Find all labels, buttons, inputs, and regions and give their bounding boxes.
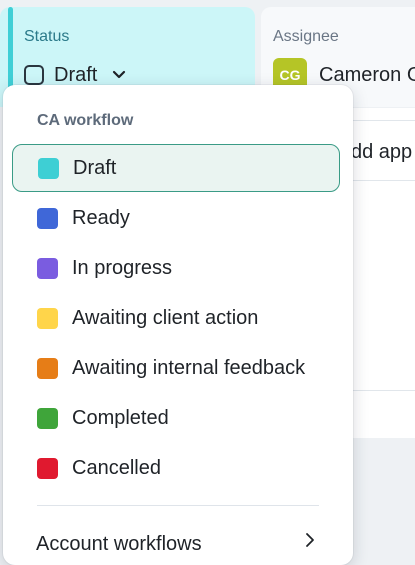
status-option-label: In progress xyxy=(72,256,173,279)
status-option-label: Cancelled xyxy=(72,456,161,479)
status-color-swatch xyxy=(37,357,58,379)
status-current-value: Draft xyxy=(54,63,98,86)
account-workflows-label: Account workflows xyxy=(36,533,202,555)
status-option-label: Awaiting internal feedback xyxy=(72,356,306,379)
status-color-swatch xyxy=(37,307,58,329)
assignee-field-label: Assignee xyxy=(273,28,339,45)
status-option-label: Completed xyxy=(72,406,169,429)
chevron-down-icon xyxy=(107,63,131,87)
status-option-draft[interactable]: Draft xyxy=(12,144,340,192)
status-checkbox[interactable] xyxy=(24,65,44,85)
dropdown-heading: CA workflow xyxy=(37,112,134,129)
status-option-label: Ready xyxy=(72,206,130,229)
status-color-swatch xyxy=(37,407,58,429)
status-option-awaiting-client-action[interactable]: Awaiting client action xyxy=(12,294,340,342)
status-option-in-progress[interactable]: In progress xyxy=(12,244,340,292)
assignee-name: Cameron G xyxy=(319,63,415,86)
status-option-ready[interactable]: Ready xyxy=(12,194,340,242)
dropdown-divider xyxy=(37,505,319,506)
status-dropdown-menu: CA workflow Draft Ready In progress Awai… xyxy=(3,85,353,565)
background-partial-text: dd app xyxy=(351,141,413,163)
chevron-right-icon xyxy=(302,531,318,549)
status-color-swatch xyxy=(37,257,58,279)
status-color-swatch xyxy=(37,207,58,229)
status-option-cancelled[interactable]: Cancelled xyxy=(12,444,340,492)
status-option-completed[interactable]: Completed xyxy=(12,394,340,442)
status-field-label: Status xyxy=(24,28,70,45)
status-option-label: Awaiting client action xyxy=(72,306,259,329)
status-option-label: Draft xyxy=(73,156,117,179)
status-color-swatch xyxy=(38,157,59,179)
status-color-swatch xyxy=(37,457,58,479)
status-option-awaiting-internal-feedback[interactable]: Awaiting internal feedback xyxy=(12,344,340,392)
account-workflows-link[interactable]: Account workflows xyxy=(12,521,340,565)
